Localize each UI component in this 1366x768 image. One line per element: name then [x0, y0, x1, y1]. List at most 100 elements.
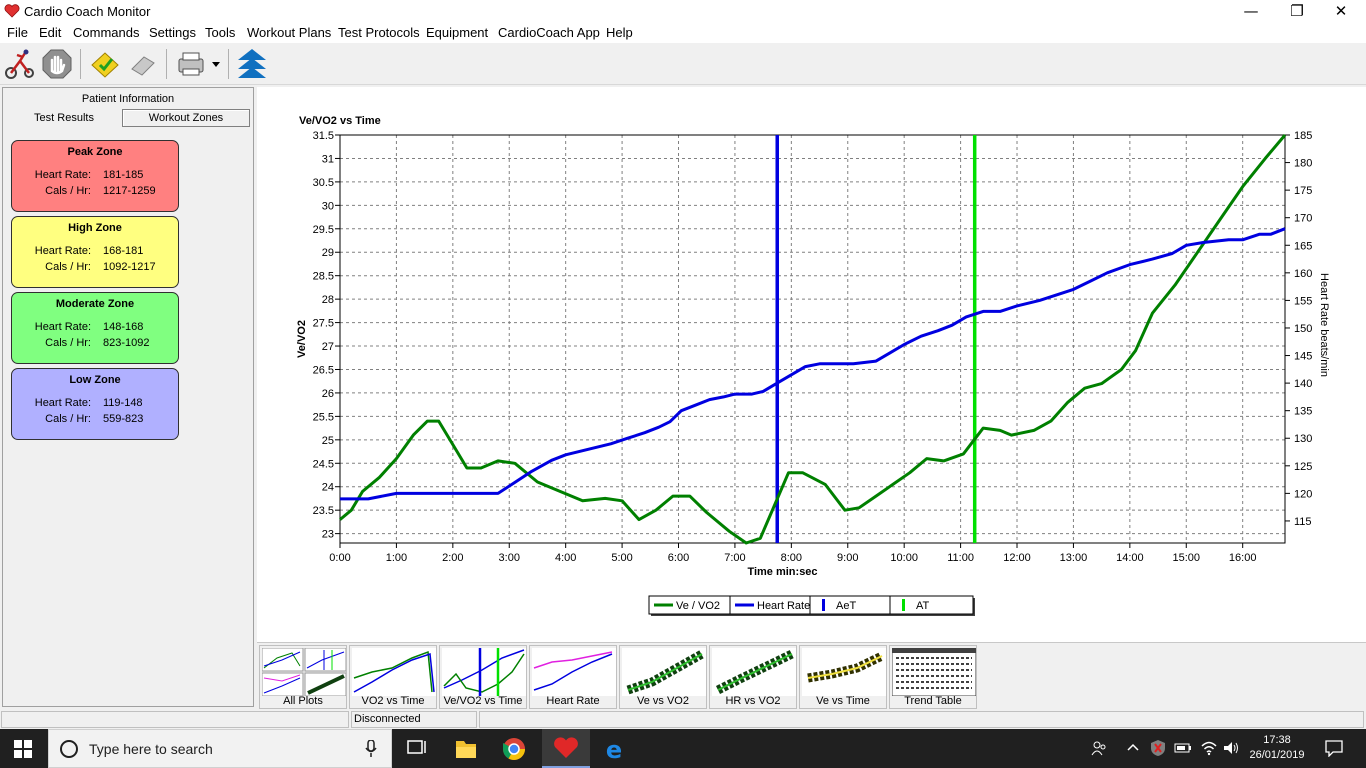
- x-tick-label: 2:00: [442, 552, 463, 564]
- chevron-up-icon[interactable]: [1126, 742, 1140, 752]
- left-panel: Patient Information Test Results Workout…: [2, 87, 254, 707]
- thumb-label: Ve vs Time: [816, 695, 870, 707]
- menu-equipment[interactable]: Equipment: [426, 25, 488, 40]
- y-tick-label: 29: [322, 247, 334, 259]
- series-line-ve-vo2: [339, 134, 1287, 545]
- chart-panel: Ve/VO2 vs Time 0:00 1:00 2:00 3:00 4:00 5:00 6:…: [257, 87, 1366, 642]
- edge-icon[interactable]: e: [596, 733, 632, 764]
- thumb-ve-vs-time[interactable]: Ve vs Time: [799, 645, 887, 709]
- taskbar-clock[interactable]: 17:38 26/01/2019: [1244, 733, 1310, 763]
- y-tick-label: 23: [322, 529, 334, 541]
- ve-time-icon: [802, 648, 886, 696]
- x-tick-label: 1:00: [386, 552, 407, 564]
- x-tick-label: 15:00: [1173, 552, 1201, 564]
- menu-settings[interactable]: Settings: [149, 25, 196, 40]
- thumb-heart-rate[interactable]: Heart Rate: [529, 645, 617, 709]
- x-tick-label: 4:00: [555, 552, 576, 564]
- windows-start-icon[interactable]: [14, 740, 32, 758]
- hr-vo2-icon: [712, 648, 796, 696]
- thumb-ve-vs-vo2[interactable]: Ve vs VO2: [619, 645, 707, 709]
- menu-cardiocoach-app[interactable]: CardioCoach App: [498, 25, 600, 40]
- zone-hr-label: Heart Rate:: [34, 321, 91, 333]
- app-window: Cardio Coach Monitor — ❐ ✕ File Edit Com…: [0, 0, 1366, 768]
- zone-cal-label: Cals / Hr:: [45, 413, 91, 425]
- menu-file[interactable]: File: [7, 25, 28, 40]
- menu-bar: File Edit Commands Settings Tools Workou…: [0, 23, 1366, 43]
- zone-card-low: Low Zone Heart Rate: 119-148 Cals / Hr: …: [11, 368, 179, 440]
- zone-hr-value: 181-185: [103, 169, 144, 181]
- zone-cal-value: 823-1092: [103, 337, 150, 349]
- chevron-down-icon[interactable]: [211, 61, 221, 69]
- people-icon[interactable]: [1090, 739, 1108, 757]
- microphone-icon[interactable]: [365, 740, 377, 758]
- file-explorer-icon[interactable]: [448, 733, 484, 764]
- title-bar: Cardio Coach Monitor — ❐ ✕: [0, 0, 1366, 23]
- tab-test-results[interactable]: Test Results: [5, 109, 123, 127]
- y-tick-label: 24.5: [313, 458, 334, 470]
- close-button[interactable]: ✕: [1318, 0, 1364, 23]
- zone-cal-value: 559-823: [103, 413, 144, 425]
- thumb-vo2-vs-time[interactable]: VO2 vs Time: [349, 645, 437, 709]
- status-bar: Disconnected: [0, 709, 1366, 729]
- notifications-icon[interactable]: [1324, 739, 1344, 757]
- menu-commands[interactable]: Commands: [73, 25, 139, 40]
- minimize-button[interactable]: —: [1228, 0, 1274, 23]
- y-axis-label: Ve/VO2: [296, 320, 308, 358]
- zone-cal-label: Cals / Hr:: [45, 261, 91, 273]
- volume-icon[interactable]: [1222, 740, 1240, 756]
- zone-cal-label: Cals / Hr:: [45, 337, 91, 349]
- menu-tools[interactable]: Tools: [205, 25, 235, 40]
- tab-workout-zones[interactable]: Workout Zones: [122, 109, 250, 127]
- wifi-icon[interactable]: [1200, 740, 1218, 756]
- y-tick-label: 25.5: [313, 411, 334, 423]
- y2-axis-label: Heart Rate beats/min: [1318, 273, 1330, 377]
- thumb-label: Ve vs VO2: [637, 695, 689, 707]
- y2-tick-label: 135: [1294, 406, 1312, 418]
- status-pane: [1, 711, 349, 728]
- open-folder-icon[interactable]: [88, 47, 122, 81]
- y2-tick-label: 160: [1294, 268, 1312, 280]
- y-tick-label: 26.5: [313, 364, 334, 376]
- taskbar-active-app[interactable]: [542, 729, 590, 768]
- x-tick-label: 8:00: [781, 552, 802, 564]
- y-tick-label: 31: [322, 153, 334, 165]
- zone-cal-value: 1217-1259: [103, 185, 156, 197]
- menu-edit[interactable]: Edit: [39, 25, 61, 40]
- thumb-hr-vs-vo2[interactable]: HR vs VO2: [709, 645, 797, 709]
- thumb-vevo2-vs-time[interactable]: Ve/VO2 vs Time: [439, 645, 527, 709]
- exercise-bike-icon[interactable]: [3, 47, 37, 81]
- ve-vo2-chart[interactable]: Ve/VO2 vs Time 0:00 1:00 2:00 3:00 4:00 5:00 6:…: [257, 87, 1366, 642]
- thumb-trend-table[interactable]: Trend Table: [889, 645, 977, 709]
- thumb-all-plots[interactable]: All Plots: [259, 645, 347, 709]
- eraser-icon[interactable]: [126, 47, 160, 81]
- battery-icon[interactable]: [1174, 741, 1192, 755]
- y2-tick-label: 170: [1294, 213, 1312, 225]
- menu-help[interactable]: Help: [606, 25, 633, 40]
- stop-hand-icon[interactable]: [40, 47, 74, 81]
- x-axis-label: Time min:sec: [747, 566, 817, 578]
- zone-hr-value: 119-148: [103, 397, 143, 409]
- series-line-heart-rate: [340, 227, 1286, 501]
- tab-patient-information[interactable]: Patient Information: [5, 90, 251, 108]
- shield-icon[interactable]: [1150, 739, 1166, 757]
- printer-icon[interactable]: [174, 47, 208, 81]
- clock-date: 26/01/2019: [1249, 749, 1305, 761]
- y2-tick-label: 155: [1294, 295, 1312, 307]
- thumb-label: Trend Table: [904, 695, 962, 707]
- chrome-icon[interactable]: [496, 733, 532, 764]
- y2-tick-label: 120: [1294, 488, 1312, 500]
- taskbar-search[interactable]: Type here to search: [48, 729, 392, 768]
- legend-label: Heart Rate: [757, 600, 810, 612]
- x-tick-label: 9:00: [837, 552, 858, 564]
- connection-status: Disconnected: [351, 711, 477, 728]
- upload-arrows-icon[interactable]: [235, 47, 269, 81]
- task-view-icon[interactable]: [398, 733, 434, 764]
- maximize-button[interactable]: ❐: [1274, 0, 1320, 23]
- toolbar-separator: [80, 49, 81, 79]
- thumb-label: Heart Rate: [546, 695, 600, 707]
- zone-title: High Zone: [68, 222, 122, 234]
- menu-test-protocols[interactable]: Test Protocols: [338, 25, 420, 40]
- all-plots-icon: [262, 648, 346, 696]
- zone-title: Moderate Zone: [55, 298, 135, 310]
- menu-workout-plans[interactable]: Workout Plans: [247, 25, 331, 40]
